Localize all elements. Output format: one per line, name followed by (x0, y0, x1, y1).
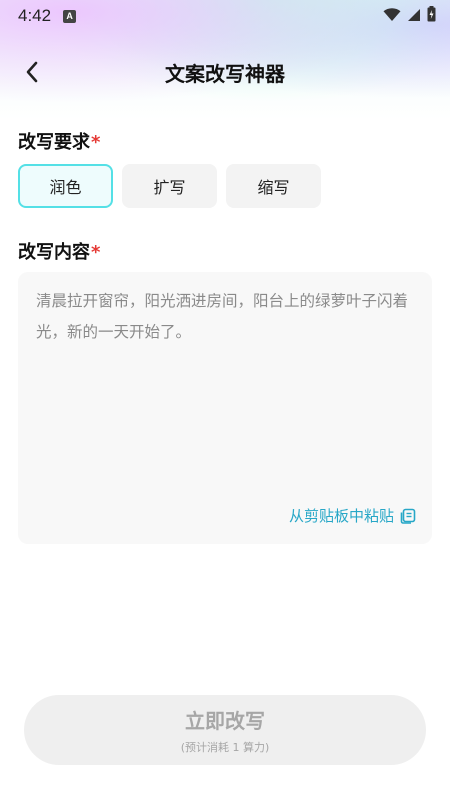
clipboard-icon (400, 508, 416, 524)
option-expand-button[interactable]: 扩写 (122, 164, 217, 208)
requirement-options: 润色 扩写 缩写 (18, 164, 321, 208)
notification-a-icon: A (63, 9, 77, 23)
wifi-icon (383, 7, 401, 26)
content-label: 改写内容* (18, 238, 100, 264)
page-title: 文案改写神器 (165, 61, 285, 86)
content-input[interactable]: 清晨拉开窗帘，阳光洒进房间，阳台上的绿萝叶子闪着光，新的一天开始了。 (36, 286, 420, 348)
content-input-box: 清晨拉开窗帘，阳光洒进房间，阳台上的绿萝叶子闪着光，新的一天开始了。 从剪贴板中… (18, 272, 432, 544)
chevron-left-icon (26, 61, 38, 83)
paste-from-clipboard-button[interactable]: 从剪贴板中粘贴 (289, 505, 416, 526)
page-header: 文案改写神器 (0, 52, 450, 92)
requirements-label: 改写要求* (18, 128, 100, 154)
option-polish-button[interactable]: 润色 (18, 164, 113, 208)
content-label-text: 改写内容 (18, 242, 90, 263)
requirements-label-text: 改写要求 (18, 132, 90, 153)
required-mark: * (91, 242, 101, 263)
submit-rewrite-button[interactable]: 立即改写 (预计消耗 1 算力) (24, 695, 426, 765)
back-button[interactable] (18, 58, 46, 86)
submit-label: 立即改写 (185, 709, 265, 733)
status-time: 4:42 (18, 6, 52, 25)
option-condense-button[interactable]: 缩写 (226, 164, 321, 208)
status-icons (383, 6, 436, 26)
required-mark: * (91, 132, 101, 153)
cell-signal-icon (407, 7, 421, 26)
paste-label: 从剪贴板中粘贴 (288, 507, 394, 525)
status-bar: 4:42 A (0, 0, 450, 32)
battery-icon (427, 6, 436, 26)
submit-cost-label: (预计消耗 1 算力) (180, 741, 270, 754)
